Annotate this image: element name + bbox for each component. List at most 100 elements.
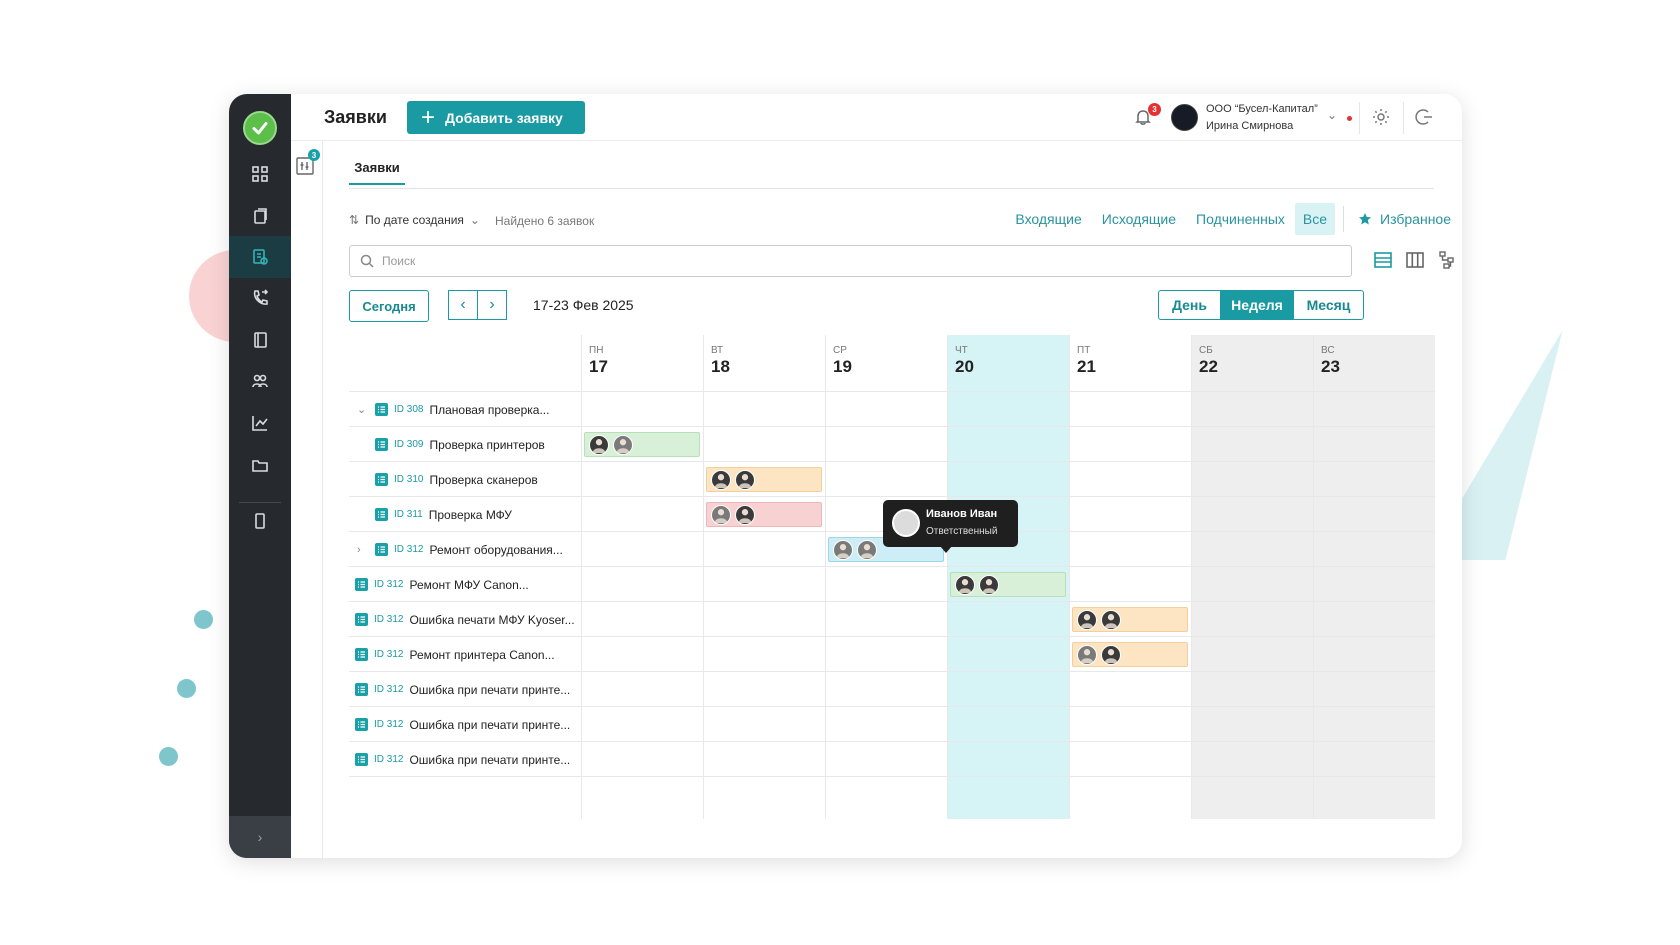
table-row[interactable]: ID 309 Проверка принтеров xyxy=(349,426,1435,461)
avatar[interactable] xyxy=(711,504,731,525)
view-week[interactable]: Неделя xyxy=(1220,290,1294,320)
avatar[interactable] xyxy=(1077,644,1097,665)
star-icon xyxy=(1359,213,1372,225)
table-row[interactable]: ID 312 Ошибка печати МФУ Kyoser... xyxy=(349,601,1435,636)
search-field[interactable] xyxy=(349,245,1352,277)
sidebar-item-mobile[interactable] xyxy=(229,500,291,542)
request-bar[interactable] xyxy=(1072,642,1188,667)
grid-bottom-border xyxy=(349,776,1435,777)
chevron-down-icon: ⌄ xyxy=(469,213,480,227)
view-day[interactable]: День xyxy=(1158,290,1221,320)
sidebar-item-analytics[interactable] xyxy=(229,402,291,444)
table-row[interactable]: ID 312 Ремонт МФУ Canon... xyxy=(349,566,1435,601)
avatar[interactable] xyxy=(735,504,755,525)
filter-incoming[interactable]: Входящие xyxy=(1005,203,1091,235)
request-bar[interactable] xyxy=(706,467,822,492)
sort-dropdown[interactable]: ⇅ По дате создания ⌄ xyxy=(349,213,480,227)
request-bar[interactable] xyxy=(584,432,700,457)
avatar[interactable] xyxy=(955,574,975,595)
avatar[interactable] xyxy=(613,434,633,455)
row-label[interactable]: ID 312 Ошибка при печати принте... xyxy=(355,707,570,742)
day-number: 20 xyxy=(955,357,974,376)
avatar[interactable] xyxy=(711,469,731,490)
avatar[interactable] xyxy=(589,434,609,455)
request-title: Проверка сканеров xyxy=(429,472,538,487)
sort-label: По дате создания xyxy=(365,213,464,227)
avatar[interactable] xyxy=(979,574,999,595)
filter-all[interactable]: Все xyxy=(1294,203,1336,235)
list-view-icon[interactable] xyxy=(1372,249,1394,271)
tab-requests[interactable]: Заявки xyxy=(349,160,405,185)
user-name[interactable]: Ирина Смирнова xyxy=(1206,120,1293,132)
decor-dot xyxy=(177,679,196,698)
sidebar-expand-button[interactable]: › xyxy=(229,816,291,858)
favorites-label: Избранное xyxy=(1380,211,1451,227)
sidebar-item-folders[interactable] xyxy=(229,444,291,486)
table-row[interactable]: ID 310 Проверка сканеров xyxy=(349,461,1435,496)
sidebar-item-documents[interactable] xyxy=(229,195,291,237)
chevron-right-icon[interactable]: › xyxy=(357,544,369,556)
table-row[interactable]: ⌄ ID 308 Плановая проверка... xyxy=(349,391,1435,426)
row-label[interactable]: ID 312 Ошибка печати МФУ Kyoser... xyxy=(355,602,575,637)
sidebar-item-calls[interactable] xyxy=(229,277,291,319)
row-label[interactable]: ID 312 Ошибка при печати принте... xyxy=(355,742,570,777)
gantt-view-icon[interactable] xyxy=(1436,249,1458,271)
filter-outgoing[interactable]: Исходящие xyxy=(1092,203,1186,235)
row-label[interactable]: ID 309 Проверка принтеров xyxy=(357,427,545,462)
filter-subordinates[interactable]: Подчиненных xyxy=(1186,203,1295,235)
table-row[interactable]: ID 312 Ошибка при печати принте... xyxy=(349,706,1435,741)
logout-icon[interactable] xyxy=(1414,107,1434,127)
chevron-down-icon[interactable]: ⌄ xyxy=(357,403,369,416)
row-label[interactable]: ID 312 Ремонт принтера Canon... xyxy=(355,637,555,672)
next-week-button[interactable]: › xyxy=(477,290,507,320)
sidebar-item-requests[interactable] xyxy=(229,236,291,278)
avatar[interactable] xyxy=(1101,644,1121,665)
org-avatar[interactable] xyxy=(1171,104,1198,131)
day-number: 19 xyxy=(833,357,852,376)
request-title: Ошибка при печати принте... xyxy=(409,752,571,767)
row-label[interactable]: ⌄ ID 308 Плановая проверка... xyxy=(357,392,549,427)
request-bar[interactable] xyxy=(706,502,822,527)
sidebar-item-book[interactable] xyxy=(229,319,291,361)
day-name: ЧТ xyxy=(955,345,968,356)
logo[interactable] xyxy=(243,111,277,145)
view-month[interactable]: Месяц xyxy=(1293,290,1364,320)
row-label[interactable]: ID 310 Проверка сканеров xyxy=(357,462,538,497)
avatar[interactable] xyxy=(833,539,853,560)
sidebar-item-users[interactable] xyxy=(229,360,291,402)
row-label[interactable]: ID 312 Ремонт МФУ Canon... xyxy=(355,567,529,602)
row-label[interactable]: ID 311 Проверка МФУ xyxy=(357,497,512,532)
row-label[interactable]: › ID 312 Ремонт оборудования... xyxy=(357,532,563,567)
gear-icon[interactable] xyxy=(1371,107,1391,127)
avatar[interactable] xyxy=(857,539,877,560)
search-input[interactable] xyxy=(382,254,1282,268)
add-request-button[interactable]: + Добавить заявку xyxy=(407,101,585,134)
table-row[interactable]: ID 312 Ошибка при печати принте... xyxy=(349,671,1435,706)
request-type-icon xyxy=(355,683,368,696)
request-bar[interactable] xyxy=(1072,607,1188,632)
avatar[interactable] xyxy=(1101,609,1121,630)
request-title: Ремонт МФУ Canon... xyxy=(409,577,529,592)
today-button[interactable]: Сегодня xyxy=(349,290,429,322)
tooltip-name: Иванов Иван xyxy=(926,508,998,520)
sidebar-item-dashboard[interactable] xyxy=(229,153,291,195)
chevron-left-icon: ‹ xyxy=(460,296,466,313)
prev-week-button[interactable]: ‹ xyxy=(448,290,478,320)
table-row[interactable]: ID 312 Ошибка при печати принте... xyxy=(349,741,1435,776)
request-title: Ошибка печати МФУ Kyoser... xyxy=(409,612,575,627)
favorites-link[interactable]: Избранное xyxy=(1352,211,1456,227)
row-label[interactable]: ID 312 Ошибка при печати принте... xyxy=(355,672,570,707)
avatar[interactable] xyxy=(735,469,755,490)
chevron-down-icon[interactable]: ⌄ xyxy=(1327,108,1337,122)
status-dot xyxy=(1347,116,1352,121)
top-bar: Заявки + Добавить заявку 3 ООО “Бусел-Ка… xyxy=(291,94,1462,141)
request-type-icon xyxy=(375,508,388,521)
request-bar[interactable] xyxy=(950,572,1066,597)
sidebar: › xyxy=(229,94,291,858)
request-title: Ошибка при печати принте... xyxy=(409,682,571,697)
avatar xyxy=(892,509,920,537)
table-row[interactable]: ID 312 Ремонт принтера Canon... xyxy=(349,636,1435,671)
kanban-view-icon[interactable] xyxy=(1404,249,1426,271)
avatar[interactable] xyxy=(1077,609,1097,630)
org-name[interactable]: ООО “Бусел-Капитал” xyxy=(1206,103,1318,115)
